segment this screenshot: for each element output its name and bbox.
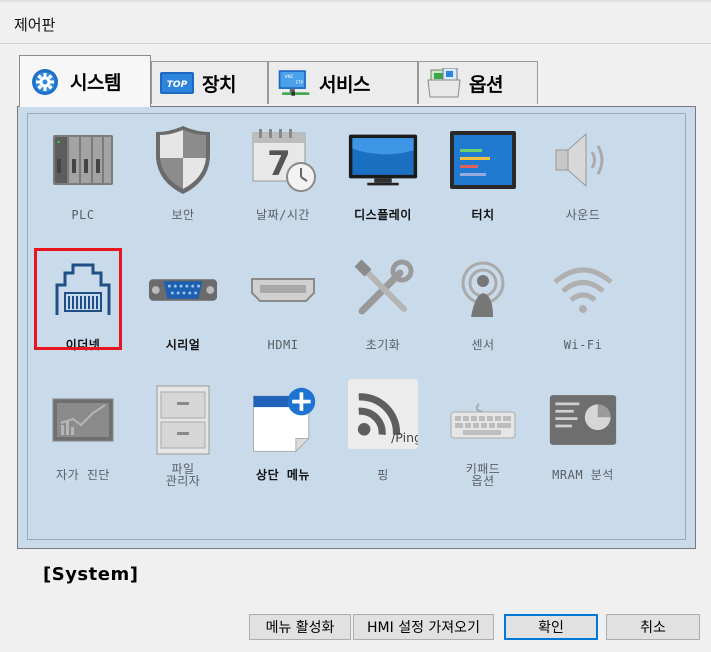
item-label: 파일 관리자 (165, 462, 201, 488)
tab-option[interactable]: 옵션 (418, 61, 538, 104)
top-edge (0, 0, 711, 2)
item-keypad-options[interactable]: 키패드 옵션 (438, 377, 528, 487)
item-file-manager[interactable]: 파일 관리자 (138, 377, 228, 487)
svg-text:FTP: FTP (296, 80, 304, 86)
item-mram-analysis[interactable]: MRAM 분석 (538, 377, 628, 487)
hdmi-port-icon (248, 255, 318, 325)
ping-icon: /Ping (348, 379, 418, 449)
item-ethernet[interactable]: 이더넷 (38, 247, 128, 357)
item-wifi[interactable]: Wi-Fi (538, 247, 628, 357)
activate-menu-button[interactable]: 메뉴 활성화 (249, 614, 351, 640)
top-device-icon: TOP (160, 69, 194, 97)
item-datetime[interactable]: 7 날짜/시간 (238, 117, 328, 227)
mram-chart-icon (548, 385, 618, 455)
serial-port-icon (148, 255, 218, 325)
status-text: [System] (43, 564, 139, 585)
item-security[interactable]: 보안 (138, 117, 228, 227)
item-label: 시리얼 (165, 338, 201, 352)
item-label: 보안 (171, 208, 195, 222)
item-label: 터치 (471, 208, 495, 222)
item-label: 자가 진단 (56, 468, 110, 482)
top-menu-add-icon (248, 385, 318, 455)
item-label: 초기화 (365, 338, 401, 352)
item-hdmi[interactable]: HDMI (238, 247, 328, 357)
item-serial[interactable]: 시리얼 (138, 247, 228, 357)
item-touch[interactable]: 터치 (438, 117, 528, 227)
item-label: PLC (71, 208, 95, 222)
item-label: 센서 (471, 338, 495, 352)
item-plc[interactable]: PLC (38, 117, 128, 227)
item-label: HDMI (267, 338, 299, 352)
tab-system[interactable]: 시스템 (19, 55, 151, 107)
item-ping[interactable]: /Ping 핑 (338, 369, 428, 482)
monitor-icon (348, 125, 418, 195)
tools-icon (348, 255, 418, 325)
item-self-diagnosis[interactable]: 자가 진단 (38, 377, 128, 487)
svg-text:/Ping: /Ping (391, 430, 418, 445)
item-label: 날짜/시간 (256, 208, 310, 222)
window-title: 제어판 (14, 16, 56, 34)
tab-system-label: 시스템 (70, 72, 121, 94)
import-hmi-settings-button[interactable]: HMI 설정 가져오기 (353, 614, 494, 640)
svg-text:VNC: VNC (285, 74, 294, 80)
tab-option-label: 옵션 (469, 73, 503, 96)
speaker-icon (548, 125, 618, 195)
gear-icon (28, 68, 62, 96)
title-divider (0, 43, 711, 44)
vnc-ftp-monitor-icon: VNC FTP (277, 69, 311, 97)
item-top-menu[interactable]: 상단 메뉴 (238, 377, 328, 487)
options-folder-icon (427, 68, 461, 98)
cancel-button[interactable]: 취소 (606, 614, 700, 640)
keyboard-icon (448, 385, 518, 455)
system-panel: PLC 보안 7 날짜/시간 디스플레이 터치 사운드 이더넷 시리얼 HDMI… (17, 106, 696, 549)
item-label: 이더넷 (65, 338, 101, 352)
svg-text:TOP: TOP (167, 80, 188, 90)
item-label: 키패드 옵션 (465, 462, 501, 488)
item-label: 상단 메뉴 (256, 468, 310, 482)
item-display[interactable]: 디스플레이 (338, 117, 428, 227)
ethernet-port-icon (48, 255, 118, 325)
file-cabinet-icon (148, 385, 218, 455)
item-label: Wi-Fi (563, 338, 603, 352)
calendar-clock-icon: 7 (248, 125, 318, 195)
item-sound[interactable]: 사운드 (538, 117, 628, 227)
item-label: MRAM 분석 (552, 468, 614, 482)
tab-service[interactable]: VNC FTP 서비스 (268, 61, 418, 104)
diagnostic-chart-icon (48, 385, 118, 455)
shield-icon (148, 125, 218, 195)
tab-device[interactable]: TOP 장치 (151, 61, 268, 104)
sensor-icon (448, 255, 518, 325)
ok-button[interactable]: 확인 (504, 614, 598, 640)
item-reset[interactable]: 초기화 (338, 247, 428, 357)
tab-service-label: 서비스 (319, 73, 370, 96)
wifi-icon (548, 255, 618, 325)
plc-icon (48, 125, 118, 195)
tab-device-label: 장치 (202, 73, 236, 96)
touch-screen-icon (448, 125, 518, 195)
item-label: 사운드 (565, 208, 601, 222)
item-sensor[interactable]: 센서 (438, 247, 528, 357)
item-label: 핑 (377, 468, 389, 482)
item-label: 디스플레이 (354, 208, 412, 222)
